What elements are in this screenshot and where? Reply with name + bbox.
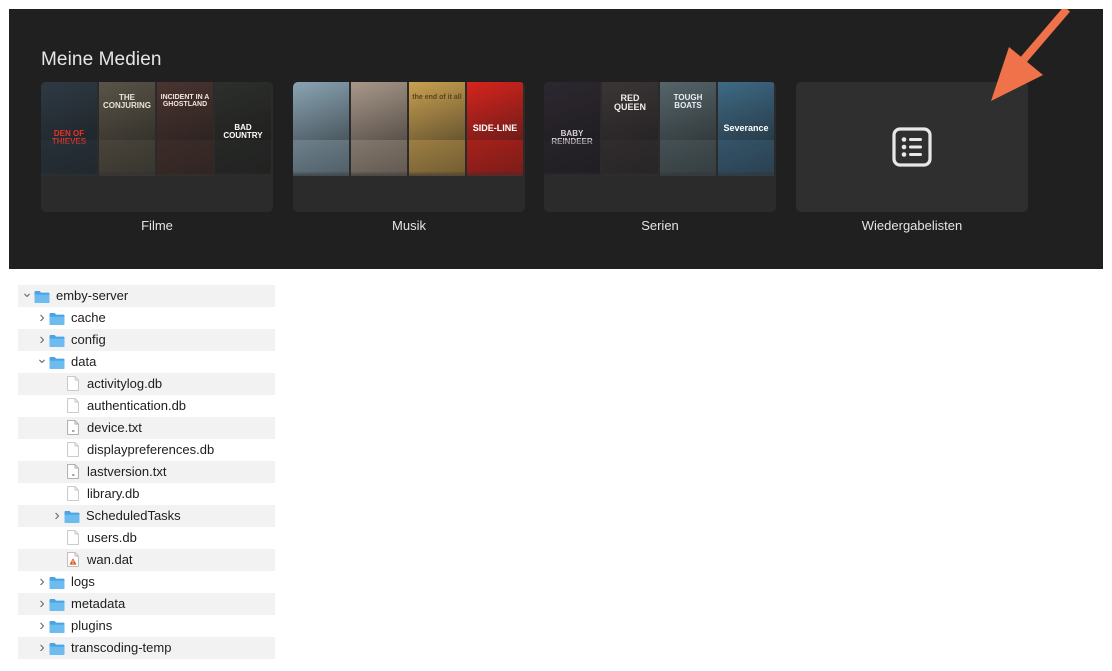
tree-item-name: config: [71, 332, 106, 347]
tree-item-name: cache: [71, 310, 106, 325]
poster-title: INCIDENT IN A GHOSTLAND: [160, 94, 210, 108]
library-label: Wiedergabelisten: [861, 218, 963, 233]
library-tile-filme[interactable]: DEN OF THIEVES THE CONJURING INCIDENT IN A…: [41, 82, 273, 212]
tree-row-folder[interactable]: › plugins: [18, 615, 275, 637]
poster-reflection: [602, 140, 658, 176]
tree-row-folder[interactable]: › logs: [18, 571, 275, 593]
poster-collage: DEN OF THIEVES THE CONJURING INCIDENT IN A…: [41, 82, 273, 212]
chevron-right-icon[interactable]: ›: [36, 593, 48, 615]
tree-row-folder[interactable]: › metadata: [18, 593, 275, 615]
tree-item-name: logs: [71, 574, 95, 589]
poster-title: SIDE-LINE: [472, 123, 518, 133]
poster-reflection: [99, 140, 155, 176]
chevron-down-icon[interactable]: ⌄: [21, 285, 33, 307]
section-title: Meine Medien: [41, 49, 162, 70]
tree-row-folder[interactable]: › config: [18, 329, 275, 351]
tree-item-name: metadata: [71, 596, 126, 611]
tree-row-file[interactable]: library.db: [18, 483, 275, 505]
chevron-right-icon[interactable]: ›: [36, 637, 48, 659]
tree-item-name: library.db: [87, 486, 140, 501]
tree-row-file[interactable]: authentication.db: [18, 395, 275, 417]
chevron-right-icon[interactable]: ›: [36, 615, 48, 637]
library-label: Filme: [141, 218, 173, 233]
poster-reflection: [660, 140, 716, 176]
annotation-arrow-icon: [991, 9, 1071, 101]
tree-item-name: plugins: [71, 618, 113, 633]
chevron-down-icon[interactable]: ⌄: [36, 351, 48, 373]
tree-item-name: data: [71, 354, 97, 369]
tree-item-name: lastversion.txt: [87, 464, 167, 479]
chevron-right-icon[interactable]: ›: [36, 329, 48, 351]
poster-reflection: [544, 140, 600, 176]
library-tile-serien[interactable]: BABY REINDEER RED QUEEN TOUGH BOATS Severan…: [544, 82, 776, 212]
tree-row-folder[interactable]: › transcoding-temp: [18, 637, 275, 659]
poster-title: the end of it all: [412, 94, 462, 101]
tree-row-folder[interactable]: › cache: [18, 307, 275, 329]
tree-item-name: wan.dat: [87, 552, 133, 567]
chevron-right-icon[interactable]: ›: [36, 307, 48, 329]
poster-title: Severance: [723, 123, 769, 133]
chevron-right-icon[interactable]: ›: [36, 571, 48, 593]
emby-media-panel: Meine Medien DEN OF THIEVES THE CONJURING…: [9, 9, 1103, 269]
poster-reflection: [351, 140, 407, 176]
poster-title: THE CONJURING: [102, 93, 151, 110]
poster-title: RED QUEEN: [613, 93, 646, 112]
tree-row-file[interactable]: device.txt: [18, 417, 275, 439]
tree-row-file[interactable]: displaypreferences.db: [18, 439, 275, 461]
tree-item-name: displaypreferences.db: [87, 442, 215, 457]
poster-title: BAD COUNTRY: [223, 123, 263, 140]
reflection-fade: [544, 172, 776, 212]
poster-reflection: [467, 140, 523, 176]
tree-row-folder[interactable]: ⌄ emby-server: [18, 285, 275, 307]
tree-row-folder[interactable]: › ScheduledTasks: [18, 505, 275, 527]
tree-row-folder[interactable]: ⌄ data: [18, 351, 275, 373]
tree-item-name: activitylog.db: [87, 376, 163, 391]
tree-row-file[interactable]: lastversion.txt: [18, 461, 275, 483]
tree-item-name: users.db: [87, 530, 137, 545]
library-label: Serien: [641, 218, 679, 233]
tree-row-file[interactable]: users.db: [18, 527, 275, 549]
playlist-icon: [892, 127, 932, 167]
reflection-fade: [293, 172, 525, 212]
tree-item-name: ScheduledTasks: [86, 508, 181, 523]
file-tree: ⌄ emby-server › cache › config ⌄ data activitylo…: [18, 285, 275, 659]
poster-collage: the end of it all SIDE-LINE: [293, 82, 525, 212]
poster-reflection: [41, 140, 97, 176]
poster-title: TOUGH BOATS: [673, 93, 703, 110]
poster-reflection: [157, 140, 213, 176]
chevron-right-icon[interactable]: ›: [51, 505, 63, 527]
poster-reflection: [409, 140, 465, 176]
tree-row-file[interactable]: wan.dat: [18, 549, 275, 571]
tree-item-name: authentication.db: [87, 398, 187, 413]
reflection-fade: [41, 172, 273, 212]
folder-icon: [49, 641, 65, 663]
tree-item-name: emby-server: [56, 288, 129, 303]
poster-collage: BABY REINDEER RED QUEEN TOUGH BOATS Severan…: [544, 82, 776, 212]
tree-item-name: transcoding-temp: [71, 640, 172, 655]
poster-reflection: [718, 140, 774, 176]
library-label: Musik: [392, 218, 426, 233]
poster-reflection: [293, 140, 349, 176]
poster-reflection: [215, 140, 271, 176]
tree-row-file[interactable]: activitylog.db: [18, 373, 275, 395]
library-tile-musik[interactable]: the end of it all SIDE-LINE: [293, 82, 525, 212]
tree-item-name: device.txt: [87, 420, 142, 435]
